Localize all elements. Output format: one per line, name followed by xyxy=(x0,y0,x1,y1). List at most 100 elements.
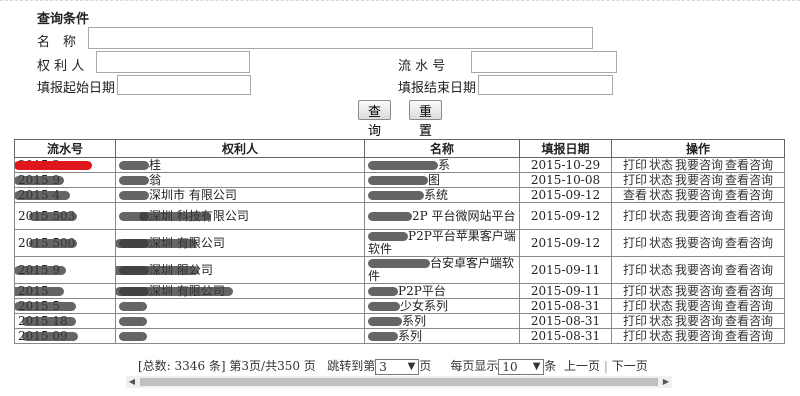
status-link[interactable]: 状态 xyxy=(649,285,673,298)
cell-date: 2015-08-31 xyxy=(519,298,612,314)
cell-serial: 2015 2 xyxy=(14,157,116,173)
view-consult-link[interactable]: 查看咨询 xyxy=(725,330,773,343)
owner-text: 桂 xyxy=(149,157,162,172)
consult-link[interactable]: 我要咨询 xyxy=(675,174,723,187)
view-consult-link[interactable]: 查看咨询 xyxy=(725,285,773,298)
query-section-title: 查询条件 xyxy=(37,12,90,27)
table-row[interactable]: 2015 2桂系2015-10-29打印状态我要咨询查看咨询 xyxy=(14,157,785,173)
cell-date: 2015-08-31 xyxy=(519,328,612,344)
view-consult-link[interactable]: 查看咨询 xyxy=(725,209,773,223)
name-label: 名 称 xyxy=(37,35,77,50)
redaction-mark xyxy=(368,175,428,185)
redaction-mark xyxy=(368,190,424,200)
table-row[interactable]: 2015 18系列2015-08-31打印状态我要咨询查看咨询 xyxy=(14,313,785,329)
consult-link[interactable]: 我要咨询 xyxy=(675,236,723,250)
status-link[interactable]: 状态 xyxy=(649,236,673,250)
print-link[interactable]: 打印 xyxy=(623,174,647,187)
redaction-mark xyxy=(119,190,149,200)
status-link[interactable]: 状态 xyxy=(649,315,673,328)
view-consult-link[interactable]: 查看咨询 xyxy=(725,236,773,250)
view-consult-link[interactable]: 查看咨询 xyxy=(725,263,773,277)
cell-serial: 2015 09 xyxy=(14,328,116,344)
prev-page-link[interactable]: 上一页 xyxy=(564,359,600,373)
table-row[interactable]: 2015 09系列2015-08-31打印状态我要咨询查看咨询 xyxy=(14,328,785,344)
cell-owner: 深圳 有限公司 xyxy=(115,283,365,299)
consult-link[interactable]: 我要咨询 xyxy=(675,189,723,202)
consult-link[interactable]: 我要咨询 xyxy=(675,159,723,172)
table-row[interactable]: 2015 深圳 有限公司P2P平台2015-09-11打印状态我要咨询查看咨询 xyxy=(14,283,785,299)
start-date-input[interactable] xyxy=(117,75,251,95)
redaction-mark xyxy=(138,211,211,221)
serial-input[interactable] xyxy=(471,51,617,73)
consult-link[interactable]: 我要咨询 xyxy=(675,263,723,277)
owner-input[interactable] xyxy=(96,51,250,73)
consult-link[interactable]: 我要咨询 xyxy=(675,285,723,298)
cell-serial: 2015 503 xyxy=(14,202,116,230)
cell-date: 2015-09-11 xyxy=(519,283,612,299)
table-row[interactable]: 2015 503深圳 科技有限公司2P 平台微网站平台2015-09-12打印状… xyxy=(14,202,785,230)
scrollbar-thumb[interactable] xyxy=(140,378,658,386)
redaction-mark xyxy=(15,160,92,170)
per-page-value: 10 xyxy=(502,359,518,374)
redaction-mark xyxy=(368,316,402,326)
print-link[interactable]: 打印 xyxy=(623,285,647,298)
status-link[interactable]: 状态 xyxy=(649,330,673,343)
status-link[interactable]: 状态 xyxy=(649,263,673,277)
name-input[interactable] xyxy=(88,27,593,49)
consult-link[interactable]: 我要咨询 xyxy=(675,330,723,343)
page-info: 第3页/共350 页 xyxy=(229,359,316,373)
horizontal-scrollbar[interactable]: ◀ ▶ xyxy=(126,376,672,388)
arrow-right-icon[interactable]: ▶ xyxy=(660,376,672,388)
view-consult-link[interactable]: 查看咨询 xyxy=(725,189,773,202)
cell-actions: 打印 状态 我要咨询 查看咨询 xyxy=(611,313,785,329)
next-page-link[interactable]: 下一页 xyxy=(612,359,648,373)
serial-label: 流 水 号 xyxy=(398,59,446,74)
table-row[interactable]: 2015 500深圳 有限公司P2P平台苹果客户端软件2015-09-12打印状… xyxy=(14,229,785,257)
redaction-mark xyxy=(29,238,78,248)
table-row[interactable]: 2015 9深圳 限公司台安卓客户端软件2015-09-11打印状态我要咨询查看… xyxy=(14,256,785,284)
print-link[interactable]: 打印 xyxy=(623,159,647,172)
name-text: 系列 xyxy=(398,328,423,343)
name-text: 系统 xyxy=(424,187,449,202)
status-link[interactable]: 状态 xyxy=(649,159,673,172)
status-link[interactable]: 状态 xyxy=(649,189,673,202)
table-row[interactable]: 2015 5少女系列2015-08-31打印状态我要咨询查看咨询 xyxy=(14,298,785,314)
view-consult-link[interactable]: 查看咨询 xyxy=(725,300,773,313)
print-link[interactable]: 打印 xyxy=(623,263,647,277)
status-link[interactable]: 状态 xyxy=(649,300,673,313)
arrow-left-icon[interactable]: ◀ xyxy=(126,376,138,388)
jump-page-select[interactable]: 3 ▼ xyxy=(375,358,420,375)
jump-prefix: 跳转到第 xyxy=(327,359,376,373)
redaction-mark xyxy=(29,211,78,221)
redaction-mark xyxy=(21,316,76,326)
table-row[interactable]: 2015 4深圳市 有限公司系统2015-09-12查看状态我要咨询查看咨询 xyxy=(14,187,785,203)
view-consult-link[interactable]: 查看咨询 xyxy=(725,159,773,172)
column-header-name: 名称 xyxy=(364,139,520,158)
print-link[interactable]: 打印 xyxy=(623,315,647,328)
consult-link[interactable]: 我要咨询 xyxy=(675,209,723,223)
view-consult-link[interactable]: 查看咨询 xyxy=(725,174,773,187)
cell-actions: 打印 状态 我要咨询 查看咨询 xyxy=(611,328,785,344)
end-date-label: 填报结束日期 xyxy=(398,81,477,96)
redaction-mark xyxy=(15,301,76,311)
redaction-mark xyxy=(368,160,438,170)
end-date-input[interactable] xyxy=(478,75,613,95)
print-link[interactable]: 打印 xyxy=(623,330,647,343)
consult-link[interactable]: 我要咨询 xyxy=(675,315,723,328)
view-consult-link[interactable]: 查看咨询 xyxy=(725,315,773,328)
total-count: [总数: 3346 条] xyxy=(138,359,226,373)
status-link[interactable]: 状态 xyxy=(649,209,673,223)
search-button[interactable]: 查询 xyxy=(358,100,391,139)
print-link[interactable]: 打印 xyxy=(623,209,647,223)
consult-link[interactable]: 我要咨询 xyxy=(675,300,723,313)
view-link[interactable]: 查看 xyxy=(623,189,647,202)
cell-actions: 打印 状态 我要咨询 查看咨询 xyxy=(611,172,785,188)
print-link[interactable]: 打印 xyxy=(623,300,647,313)
cell-name: P2P平台 xyxy=(364,283,520,299)
per-page-select[interactable]: 10 ▼ xyxy=(498,358,545,375)
status-link[interactable]: 状态 xyxy=(649,174,673,187)
print-link[interactable]: 打印 xyxy=(623,236,647,250)
redaction-mark xyxy=(116,286,233,296)
table-row[interactable]: 2015 9翁图2015-10-08打印状态我要咨询查看咨询 xyxy=(14,172,785,188)
reset-button[interactable]: 重置 xyxy=(409,100,442,139)
